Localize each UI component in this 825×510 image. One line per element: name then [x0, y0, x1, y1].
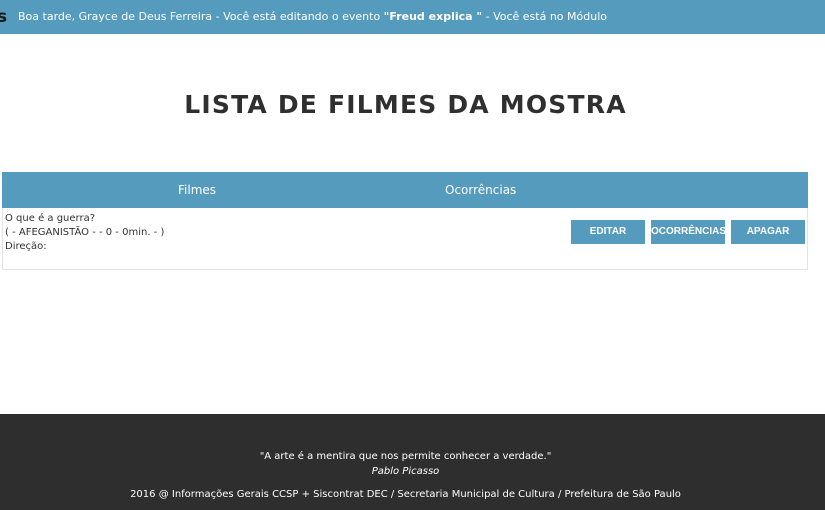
footer: "A arte é a mentira que nos permite conh… — [0, 414, 825, 510]
films-table: Filmes Ocorrências O que é a guerra? ( -… — [2, 172, 808, 270]
page-title: LISTA DE FILMES DA MOSTRA — [184, 90, 627, 119]
logo-fragment: s — [0, 7, 8, 27]
event-name: "Freud explica " — [383, 10, 483, 23]
greeting-message: Boa tarde, Grayce de Deus Ferreira - Voc… — [18, 0, 607, 34]
column-header-occurrences: Ocorrências — [445, 183, 517, 197]
footer-quote-author: Pablo Picasso — [371, 466, 440, 477]
top-status-bar: s Boa tarde, Grayce de Deus Ferreira - V… — [0, 0, 825, 34]
occurrences-button[interactable]: OCORRÊNCIAS — [651, 220, 726, 244]
delete-button[interactable]: APAGAR — [731, 220, 805, 244]
film-details: ( - AFEGANISTÃO - - 0 - 0min. - ) — [5, 227, 165, 238]
table-header: Filmes Ocorrências — [2, 172, 808, 208]
film-direction: Direção: — [5, 241, 47, 252]
greeting-text: Boa tarde, Grayce de Deus Ferreira - Voc… — [18, 10, 384, 23]
film-title: O que é a guerra? — [5, 213, 96, 224]
footer-copyright: 2016 @ Informações Gerais CCSP + Siscont… — [130, 489, 681, 500]
footer-quote: "A arte é a mentira que nos permite conh… — [259, 451, 552, 462]
table-row: O que é a guerra? ( - AFEGANISTÃO - - 0 … — [5, 212, 164, 254]
column-header-films: Filmes — [178, 183, 217, 197]
edit-button[interactable]: EDITAR — [571, 220, 645, 244]
module-text: - Você está no Módulo — [482, 10, 607, 23]
